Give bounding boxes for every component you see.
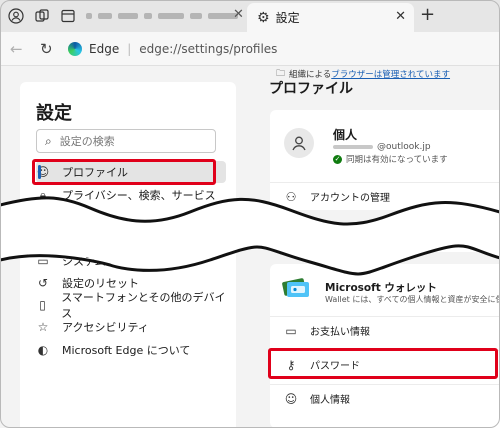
reset-icon: ↺ bbox=[37, 276, 49, 290]
search-input[interactable]: ⌕ 設定の検索 bbox=[36, 129, 216, 153]
profile-name: 個人 bbox=[333, 128, 358, 142]
active-indicator bbox=[38, 165, 41, 179]
url-brand: Edge bbox=[89, 42, 120, 56]
edge-icon: ◐ bbox=[37, 343, 49, 357]
workspaces-icon[interactable] bbox=[32, 6, 52, 26]
refresh-icon[interactable]: ↻ bbox=[40, 40, 53, 58]
profile-avatar-icon[interactable] bbox=[6, 6, 26, 26]
accessibility-icon: ☆ bbox=[37, 320, 49, 334]
windows-partial-label: ows 機能と共有する bbox=[400, 240, 484, 250]
personal-info-row[interactable]: ☺ 個人情報 bbox=[270, 384, 500, 412]
check-icon: ✓ bbox=[333, 154, 342, 164]
lock-icon: 🔒︎ bbox=[39, 187, 47, 202]
sync-status: ✓ 同期は有効になっています bbox=[333, 153, 448, 165]
sync-text: 同期は有効になっています bbox=[346, 155, 448, 165]
tab-inactive[interactable] bbox=[86, 4, 246, 28]
browser-window: ✕ ⚙ 設定 ✕ + ← ↻ Edge | edge://settings/pr… bbox=[0, 0, 500, 428]
redacted-email bbox=[333, 145, 373, 149]
url-field[interactable]: Edge | edge://settings/profiles bbox=[68, 36, 498, 62]
personal-info-label: 個人情報 bbox=[310, 395, 350, 406]
url-path: edge://settings/profiles bbox=[139, 42, 278, 56]
sidebar-item-label: ボバー bbox=[62, 232, 95, 245]
wallet-title: Microsoft ウォレット bbox=[325, 282, 437, 294]
sidebar-item-label: 外観 bbox=[62, 210, 84, 223]
profile-email: @outlook.jp bbox=[333, 142, 431, 152]
sidebar-item-privacy[interactable]: 🔒︎ プライバシー、検索、サービス bbox=[36, 184, 226, 206]
tab-strip: ✕ ⚙ 設定 ✕ + bbox=[0, 0, 500, 32]
sidebar-item-label: プライバシー、検索、サービス bbox=[62, 189, 216, 202]
back-icon[interactable]: ← bbox=[10, 40, 23, 58]
sidebar-item-profile[interactable]: ☺ プロファイル bbox=[36, 161, 226, 183]
address-bar: ← ↻ Edge | edge://settings/profiles bbox=[0, 32, 500, 66]
password-label: パスワード bbox=[310, 361, 360, 372]
page-title: プロファイル bbox=[269, 81, 353, 97]
sidebar-icon: ▭ bbox=[37, 231, 49, 245]
sidebar-item-appearance[interactable]: ◎ 外観 bbox=[36, 205, 226, 227]
sidebar-item-phone[interactable]: ▯ スマートフォンとその他のデバイス bbox=[36, 291, 226, 320]
search-icon: ⌕ bbox=[45, 133, 52, 148]
payment-info-row[interactable]: ▭ お支払い情報 bbox=[270, 316, 500, 344]
password-row[interactable]: ⚷ パスワード bbox=[270, 350, 500, 378]
edge-logo-icon bbox=[68, 42, 82, 56]
wallet-description: Wallet には、すべての個人情報と資産が安全に保 bbox=[325, 295, 500, 304]
tab-actions-icon[interactable] bbox=[58, 6, 78, 26]
search-placeholder: 設定の検索 bbox=[59, 135, 115, 148]
gear-icon: ⚙ bbox=[257, 9, 270, 26]
close-icon[interactable]: ✕ bbox=[233, 7, 244, 22]
email-domain: @outlook.jp bbox=[377, 142, 431, 152]
new-tab-icon[interactable]: + bbox=[420, 4, 435, 25]
sidebar-item-accessibility[interactable]: ☆ アクセシビリティ bbox=[36, 316, 226, 338]
avatar bbox=[284, 128, 314, 158]
account-manage-label: アカウントの管理 bbox=[310, 193, 390, 204]
profile-partial-label: プロファイ bbox=[325, 237, 371, 247]
phone-icon: ▯ bbox=[39, 298, 46, 312]
account-manage-row[interactable]: ⚇ アカウントの管理 bbox=[270, 182, 500, 210]
credit-card-icon: ▭ bbox=[285, 323, 297, 338]
system-icon: ▭ bbox=[37, 254, 49, 268]
url-separator: | bbox=[127, 42, 132, 56]
person-icon: ⚇ bbox=[285, 189, 297, 204]
sidebar-item-label: Microsoft Edge について bbox=[62, 344, 191, 357]
appearance-icon: ◎ bbox=[37, 209, 49, 223]
close-icon[interactable]: ✕ bbox=[395, 9, 406, 24]
payment-label: お支払い情報 bbox=[310, 327, 370, 338]
wallet-icon bbox=[282, 277, 312, 299]
personal-info-icon: ☺ bbox=[284, 391, 298, 406]
sidebar-title: 設定 bbox=[36, 103, 72, 124]
sidebar-item-about[interactable]: ◐ Microsoft Edge について bbox=[36, 339, 226, 361]
sidebar-item-label: システム bbox=[62, 255, 106, 268]
tab-settings[interactable]: ⚙ 設定 ✕ bbox=[247, 3, 414, 32]
key-icon: ⚷ bbox=[286, 357, 296, 372]
sidebar-item-label: アクセシビリティ bbox=[62, 321, 149, 334]
sidebar-item-sidebar[interactable]: ▭ ボバー bbox=[36, 227, 226, 249]
sidebar-item-label: プロファイル bbox=[62, 166, 128, 179]
sidebar-item-system[interactable]: ▭ システム bbox=[36, 250, 226, 272]
tab-title: 設定 bbox=[275, 11, 300, 25]
